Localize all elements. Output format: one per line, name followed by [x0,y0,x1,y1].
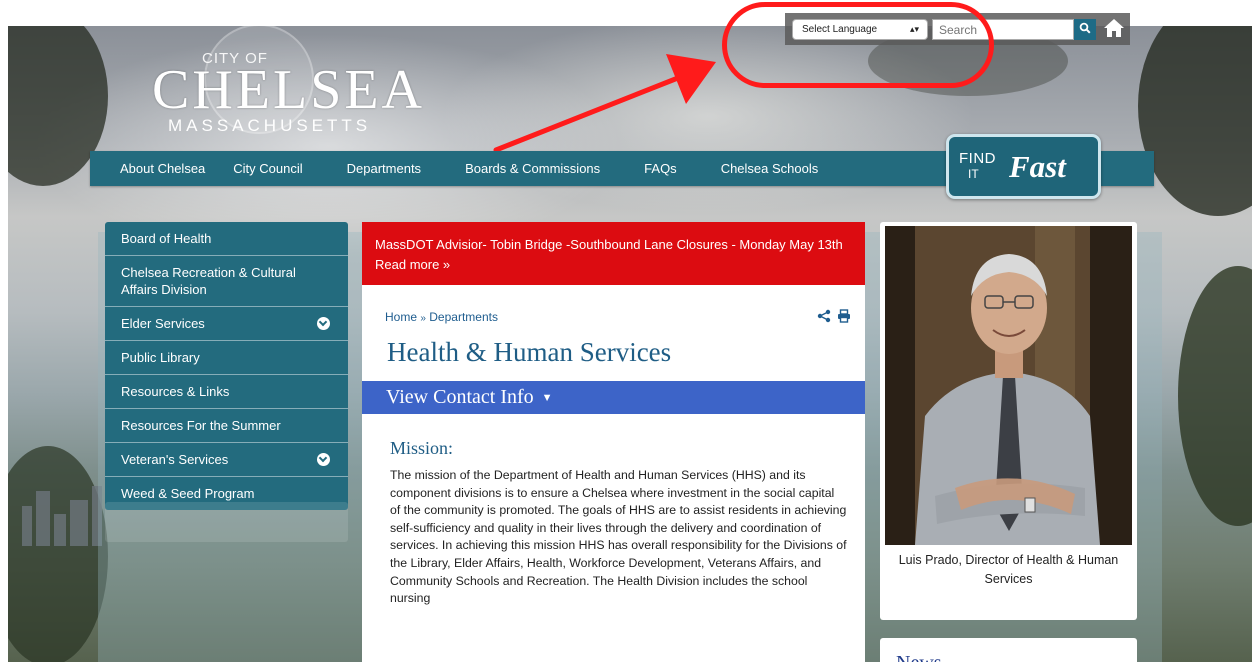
director-photo [885,226,1132,545]
home-icon[interactable] [1102,16,1126,40]
sidebar-item-public-library[interactable]: Public Library [105,341,348,375]
search-icon [1079,22,1091,34]
find-it-fast: Fast [1009,149,1066,184]
find-it-fast-button[interactable]: FIND IT Fast [946,134,1101,199]
find-it-find: FIND [959,150,996,167]
nav-city-council[interactable]: City Council [233,161,302,176]
sidebar-item-label: Chelsea Recreation & Cultural Affairs Di… [121,265,296,297]
sidebar-menu: Board of Health Chelsea Recreation & Cul… [105,222,348,510]
sidebar-item-label: Weed & Seed Program [121,486,255,501]
news-heading: News [896,652,942,662]
sidebar-item-resources-links[interactable]: Resources & Links [105,375,348,409]
tree-silhouette [1138,26,1252,216]
sidebar-item-label: Board of Health [121,231,212,246]
view-contact-info-toggle[interactable]: View Contact Info ▼ [362,381,865,414]
sidebar-item-label: Elder Services [121,316,205,331]
main-content: MassDOT Advisior- Tobin Bridge -Southbou… [362,222,865,662]
mission-text: The mission of the Department of Health … [390,468,847,606]
sidebar-item-label: Resources For the Summer [121,418,281,433]
breadcrumb-departments[interactable]: Departments [429,310,498,324]
sidebar-item-label: Veteran's Services [121,452,229,467]
page-tools [817,309,851,323]
page-title: Health & Human Services [387,337,672,367]
breadcrumb-separator: » [420,313,426,324]
sidebar-shadow [105,502,348,542]
sidebar-item-veterans-services[interactable]: Veteran's Services [105,443,348,477]
share-icon[interactable] [817,309,831,323]
news-card: News [880,638,1137,662]
breadcrumb: Home » Departments [385,310,498,324]
nav-boards-commissions[interactable]: Boards & Commissions [465,161,600,176]
breadcrumb-home[interactable]: Home [385,310,417,324]
nav-about-chelsea[interactable]: About Chelsea [120,161,205,176]
sidebar-item-recreation[interactable]: Chelsea Recreation & Cultural Affairs Di… [105,256,348,307]
nav-departments[interactable]: Departments [347,161,421,176]
tree-silhouette [1178,266,1252,526]
sidebar-item-label: Public Library [121,350,200,365]
sidebar-item-elder-services[interactable]: Elder Services [105,307,348,341]
sidebar-item-resources-summer[interactable]: Resources For the Summer [105,409,348,443]
mission-heading: Mission: [390,438,454,458]
photo-caption: Luis Prado, Director of Health & Human S… [898,553,1119,586]
tree-silhouette [8,446,108,662]
sidebar-item-board-of-health[interactable]: Board of Health [105,222,348,256]
chevron-down-icon[interactable] [317,317,330,330]
nav-chelsea-schools[interactable]: Chelsea Schools [721,161,819,176]
logo-massachusetts: MASSACHUSETTS [168,116,372,135]
nav-faqs[interactable]: FAQs [644,161,677,176]
director-portrait [885,226,1132,545]
annotation-arrow-icon [493,54,716,153]
alert-banner[interactable]: MassDOT Advisior- Tobin Bridge -Southbou… [362,222,865,285]
logo-chelsea: CHELSEA [152,59,425,121]
city-logo[interactable]: CITY OF CHELSEA MASSACHUSETTS [150,20,422,135]
director-card: Luis Prado, Director of Health & Human S… [880,222,1137,620]
sidebar-item-label: Resources & Links [121,384,230,399]
triangle-down-icon: ▼ [541,392,553,404]
find-it-it: IT [968,167,979,181]
print-icon[interactable] [837,309,851,323]
search-button[interactable] [1074,19,1096,40]
contact-label: View Contact Info [386,386,534,408]
chevron-down-icon[interactable] [317,453,330,466]
annotation-oval [722,2,994,88]
breadcrumb-row: Home » Departments [362,285,865,324]
